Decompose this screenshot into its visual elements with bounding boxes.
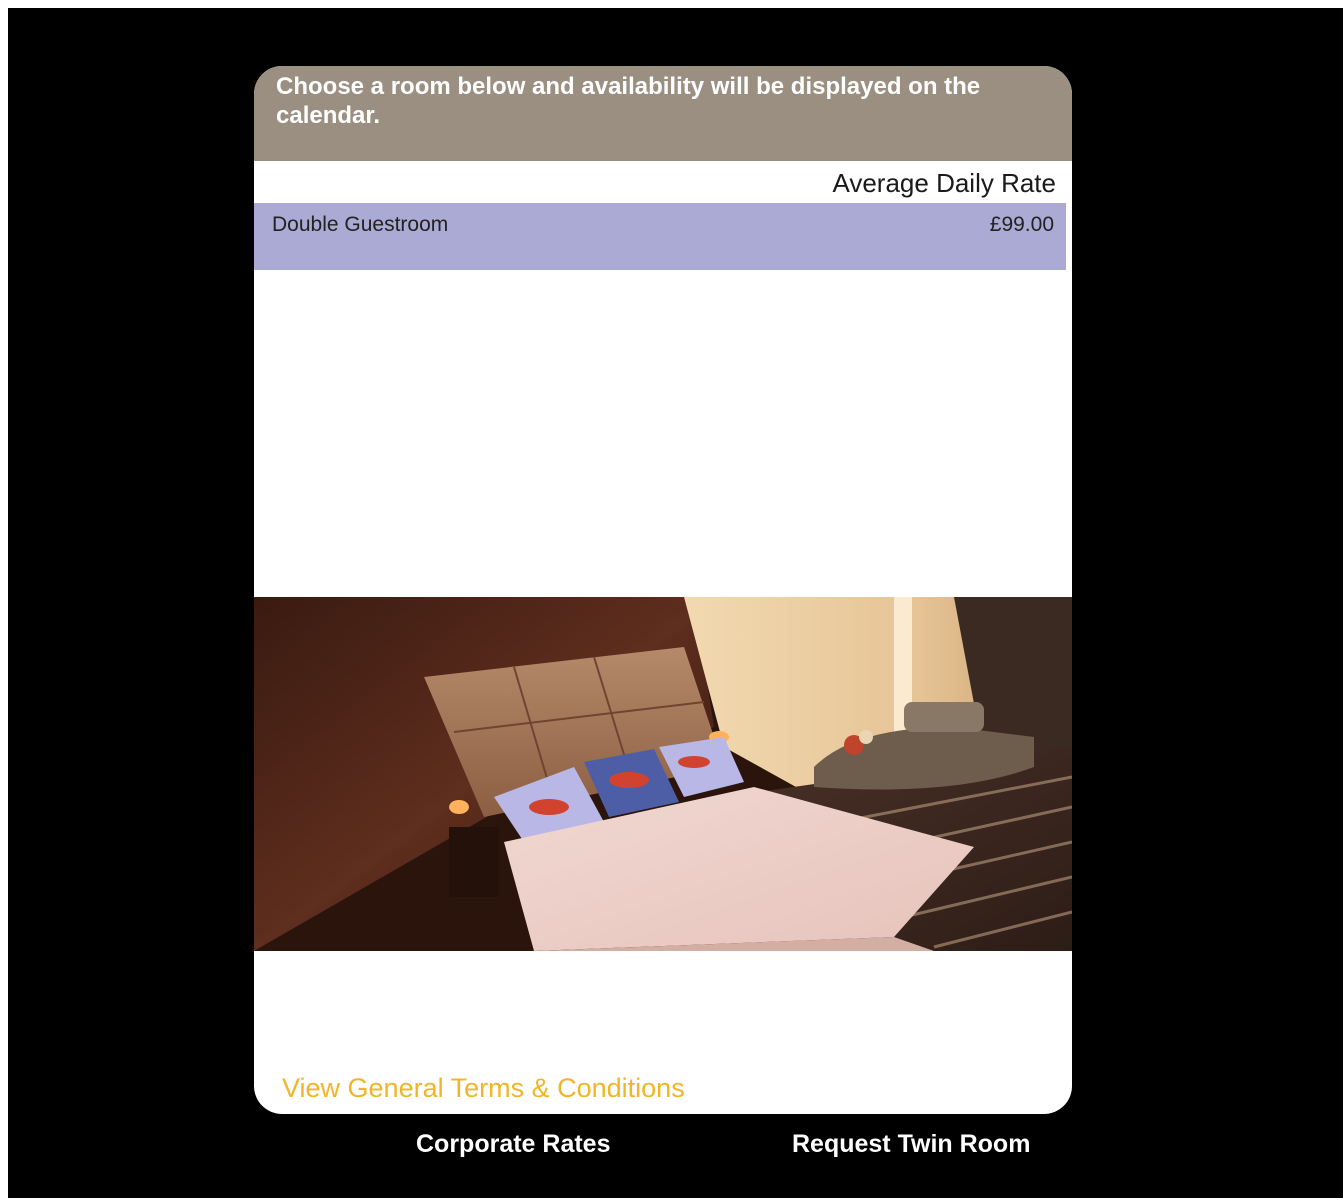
terms-conditions-link[interactable]: View General Terms & Conditions (282, 1073, 685, 1104)
corporate-rates-link[interactable]: Corporate Rates (416, 1130, 611, 1159)
room-price: £99.00 (989, 213, 1054, 236)
hotel-bedroom-photo (254, 597, 1072, 951)
rate-column-header: Average Daily Rate (832, 168, 1056, 198)
request-twin-room-link[interactable]: Request Twin Room (792, 1130, 1030, 1159)
instructions-header: Choose a room below and availability wil… (254, 66, 1072, 161)
instructions-text: Choose a room below and availability wil… (276, 73, 981, 129)
left-edge-strip (0, 0, 8, 1198)
top-edge-strip (0, 0, 1343, 8)
room-row-double-guestroom[interactable]: Double Guestroom £99.00 (254, 203, 1066, 270)
booking-page: Choose a room below and availability wil… (0, 0, 1343, 1198)
room-selection-card: Choose a room below and availability wil… (254, 66, 1072, 1114)
room-name: Double Guestroom (272, 213, 449, 236)
